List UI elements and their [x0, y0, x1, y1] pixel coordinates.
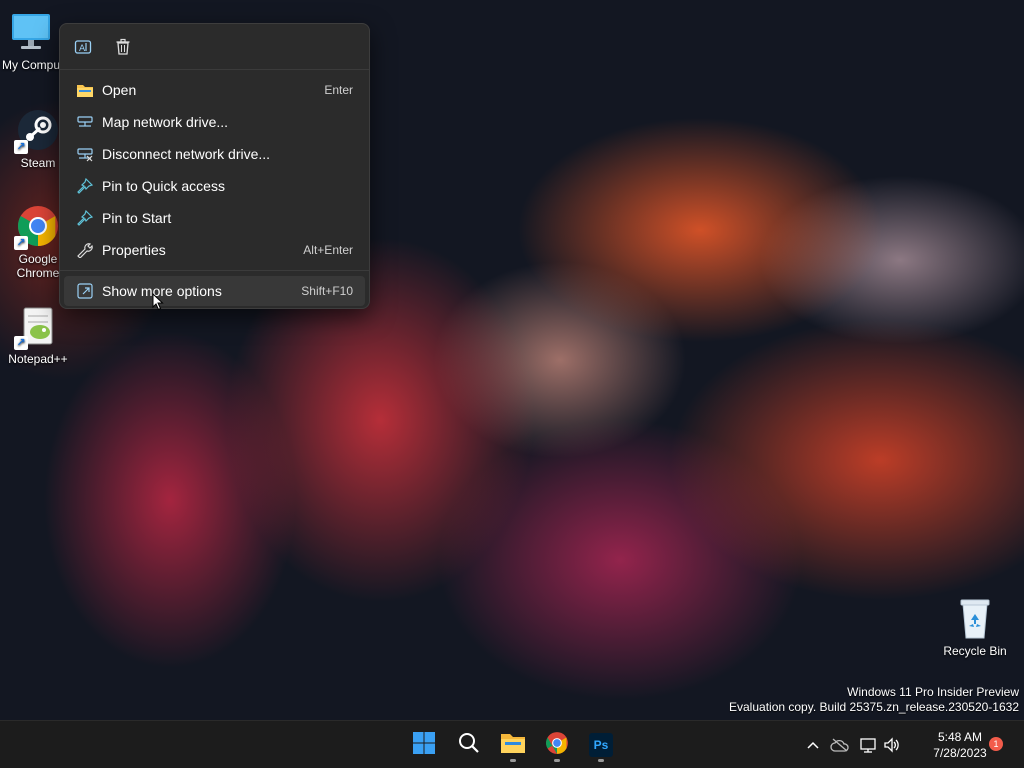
map-network-drive-icon — [64, 114, 100, 130]
running-indicator — [510, 759, 516, 762]
menu-item-label: Map network drive... — [102, 114, 229, 130]
photoshop-label: Ps — [593, 738, 609, 752]
chevron-up-icon[interactable] — [802, 741, 824, 749]
photoshop-icon: Ps — [589, 733, 613, 757]
start-icon — [412, 731, 436, 760]
watermark-line1: Windows 11 Pro Insider Preview — [847, 685, 1019, 699]
more-options-icon — [64, 283, 100, 299]
network-icon[interactable] — [856, 737, 880, 753]
desktop-icon-my-computer[interactable]: My Computer — [0, 10, 62, 72]
menu-item-label: Open — [102, 82, 137, 98]
menu-item-map-network-drive[interactable]: Map network drive... — [64, 107, 365, 137]
menu-item-label: Properties — [102, 242, 166, 258]
rename-icon[interactable]: A — [72, 36, 94, 58]
shortcut-arrow-icon: ↗ — [14, 140, 28, 154]
folder-icon — [64, 82, 100, 98]
evaluation-watermark: Windows 11 Pro Insider Preview Evaluatio… — [729, 685, 1019, 715]
file-explorer-icon — [500, 732, 526, 759]
pin-icon — [64, 178, 100, 194]
disconnect-network-drive-icon — [64, 146, 100, 162]
start-button[interactable] — [406, 727, 442, 763]
desktop-icon-recycle-bin[interactable]: Recycle Bin — [937, 596, 1013, 658]
clock-date: 7/28/2023 — [933, 746, 987, 760]
steam-icon: ↗ — [14, 108, 60, 154]
volume-icon[interactable] — [880, 737, 904, 753]
desktop-icon-label: My Computer — [2, 58, 62, 72]
menu-item-label: Pin to Start — [102, 210, 172, 226]
trash-icon[interactable] — [112, 36, 134, 58]
chrome-icon: ↗ — [14, 204, 60, 250]
menu-separator — [60, 270, 369, 271]
running-indicator — [554, 759, 560, 762]
menu-item-pin-to-quick-access[interactable]: Pin to Quick access — [64, 171, 365, 201]
watermark-line2: Evaluation copy. Build 25375.zn_release.… — [729, 700, 1019, 714]
taskbar-file-explorer[interactable] — [495, 727, 531, 763]
running-indicator — [598, 759, 604, 762]
menu-item-label: Show more options — [102, 283, 222, 299]
search-button[interactable] — [451, 727, 487, 763]
system-tray — [802, 721, 904, 768]
clock-time: 5:48 AM — [937, 730, 983, 744]
monitor-icon — [9, 10, 53, 54]
context-menu: A Open Enter Map network drive... Discon… — [59, 23, 370, 309]
pin-icon — [64, 210, 100, 226]
desktop-icon-label: Recycle Bin — [943, 644, 1007, 658]
menu-item-shortcut: Alt+Enter — [303, 243, 353, 257]
menu-item-pin-to-start[interactable]: Pin to Start — [64, 203, 365, 233]
notepad-plus-plus-icon: ↗ — [14, 304, 60, 350]
taskbar-photoshop[interactable]: Ps — [583, 727, 619, 763]
context-menu-toolbar: A — [60, 24, 369, 70]
taskbar-clock[interactable]: 5:48 AM 7/28/2023 — [920, 729, 1000, 761]
desktop-icon-notepad-plus-plus[interactable]: ↗ Notepad++ — [0, 304, 76, 366]
recycle-bin-icon — [953, 596, 997, 640]
desktop-icon-label: Notepad++ — [8, 352, 68, 366]
onedrive-icon[interactable] — [824, 738, 856, 752]
menu-item-label: Disconnect network drive... — [102, 146, 271, 162]
notification-badge[interactable]: 1 — [989, 737, 1003, 751]
menu-item-properties[interactable]: Properties Alt+Enter — [64, 235, 365, 265]
svg-text:A: A — [79, 44, 86, 54]
taskbar: Ps 5:48 AM 7/28/2023 — [0, 720, 1024, 768]
menu-item-open[interactable]: Open Enter — [64, 75, 365, 105]
mouse-cursor-icon — [152, 292, 164, 316]
taskbar-chrome[interactable] — [539, 727, 575, 763]
chrome-icon — [545, 731, 569, 760]
shortcut-arrow-icon: ↗ — [14, 336, 28, 350]
menu-item-shortcut: Shift+F10 — [301, 284, 353, 298]
menu-item-disconnect-network-drive[interactable]: Disconnect network drive... — [64, 139, 365, 169]
shortcut-arrow-icon: ↗ — [14, 236, 28, 250]
wrench-icon — [64, 242, 100, 258]
menu-item-label: Pin to Quick access — [102, 178, 225, 194]
menu-item-show-more-options[interactable]: Show more options Shift+F10 — [64, 276, 365, 306]
menu-item-shortcut: Enter — [324, 83, 353, 97]
search-icon — [458, 732, 480, 759]
